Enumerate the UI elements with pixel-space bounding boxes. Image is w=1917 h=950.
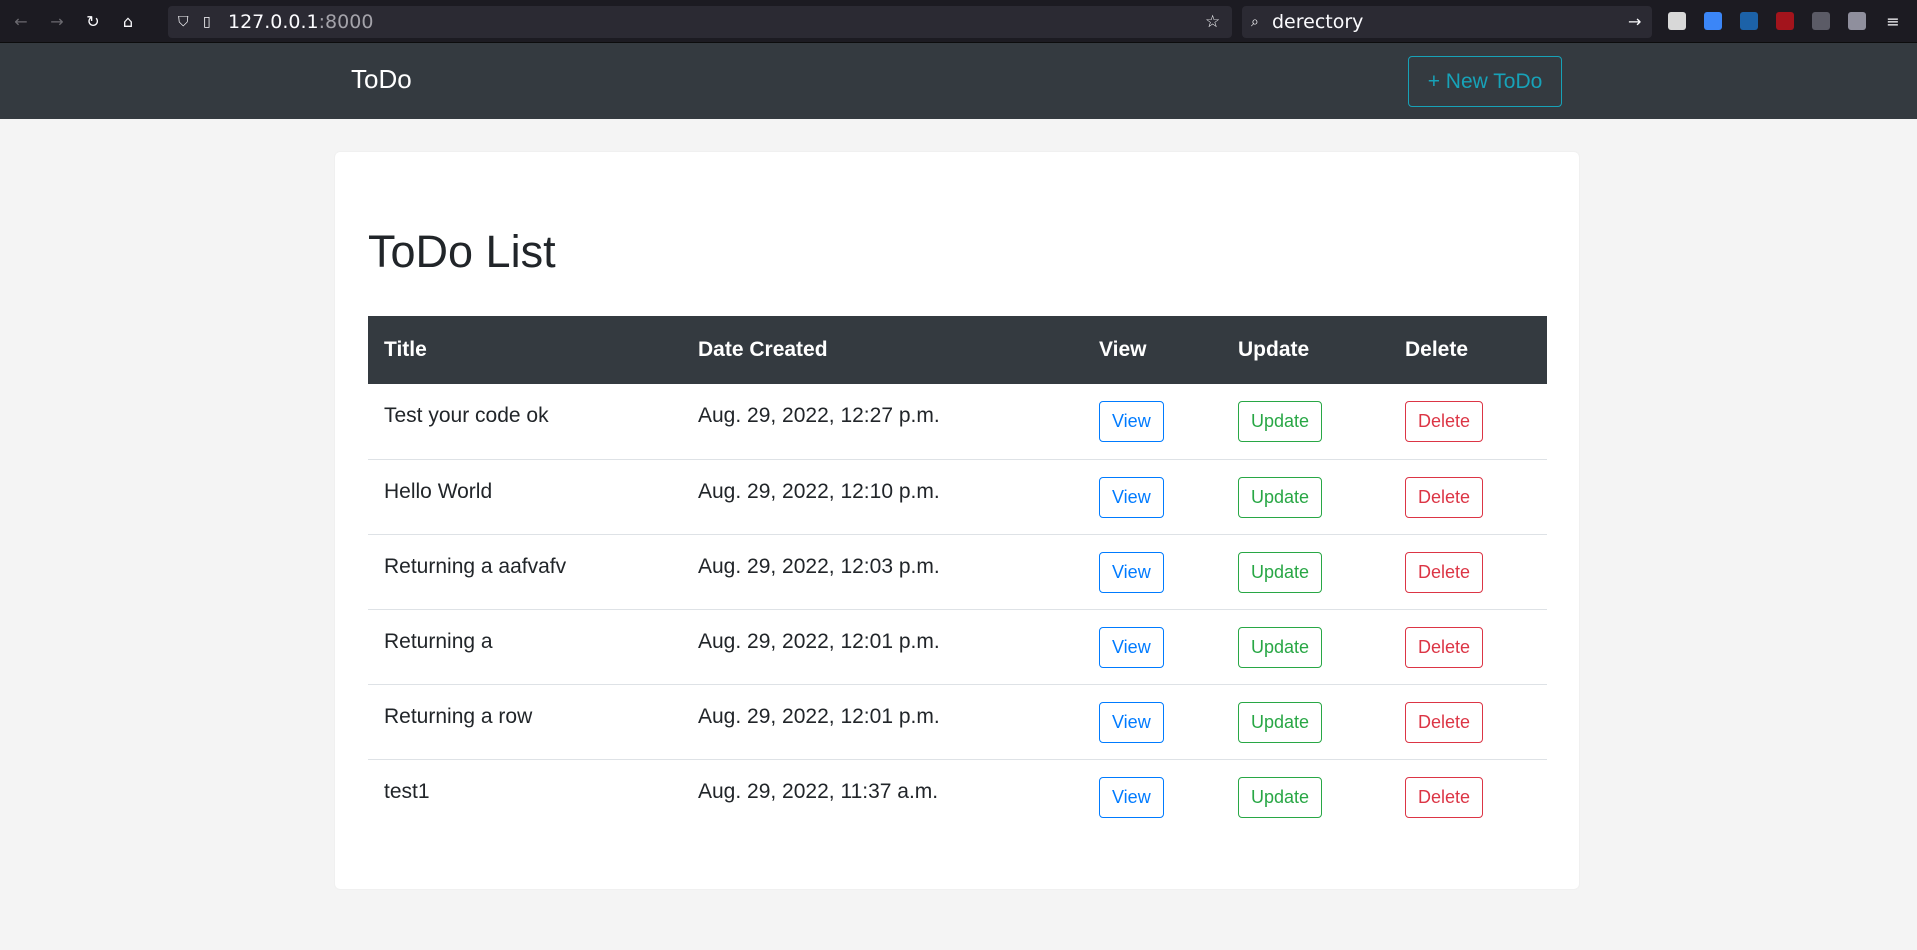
view-button[interactable]: View: [1099, 701, 1164, 743]
library-icon[interactable]: [1848, 12, 1866, 30]
table-row: test1 Aug. 29, 2022, 11:37 a.m. View Upd…: [368, 759, 1547, 834]
home-icon[interactable]: ⌂: [115, 9, 141, 35]
table-header-row: Title Date Created View Update Delete: [368, 316, 1547, 384]
todo-date: Aug. 29, 2022, 12:27 p.m.: [682, 384, 1083, 460]
delete-button[interactable]: Delete: [1405, 551, 1484, 593]
extension-icon[interactable]: [1668, 12, 1686, 30]
extension-badge-icon[interactable]: [1704, 12, 1722, 30]
delete-button[interactable]: Delete: [1405, 776, 1484, 818]
todo-card: ToDo List Title Date Created View Update…: [335, 152, 1579, 889]
todo-title: Hello World: [368, 459, 682, 535]
reload-icon[interactable]: ↻: [80, 9, 106, 35]
delete-button[interactable]: Delete: [1405, 626, 1484, 668]
view-button[interactable]: View: [1099, 776, 1164, 818]
update-button[interactable]: Update: [1238, 701, 1323, 743]
delete-button[interactable]: Delete: [1405, 401, 1484, 442]
column-header-delete: Delete: [1389, 316, 1547, 384]
update-button[interactable]: Update: [1238, 401, 1323, 442]
todo-date: Aug. 29, 2022, 12:01 p.m.: [682, 684, 1083, 760]
todo-title: Returning a row: [368, 684, 682, 760]
search-bar[interactable]: ⌕ derectory →: [1242, 6, 1652, 38]
view-button[interactable]: View: [1099, 551, 1164, 593]
shield-icon[interactable]: ⛉: [178, 6, 189, 38]
extension-icon-2[interactable]: [1812, 12, 1830, 30]
ublock-icon[interactable]: [1776, 12, 1794, 30]
todo-date: Aug. 29, 2022, 11:37 a.m.: [698, 779, 939, 803]
back-icon[interactable]: ←: [8, 9, 34, 35]
url-port: :8000: [318, 11, 374, 33]
update-button[interactable]: Update: [1238, 476, 1323, 518]
view-button[interactable]: View: [1099, 401, 1164, 442]
delete-button[interactable]: Delete: [1405, 701, 1484, 743]
brand-logo[interactable]: ToDo: [351, 64, 412, 95]
column-header-update: Update: [1222, 316, 1389, 384]
todo-title: Returning a aafvafv: [368, 534, 682, 610]
update-button[interactable]: Update: [1238, 776, 1323, 818]
address-bar[interactable]: ⛉ ▯ 127.0.0.1:8000 ☆: [168, 6, 1232, 38]
search-icon: ⌕: [1251, 14, 1259, 30]
todo-title: test1: [384, 779, 430, 803]
delete-button[interactable]: Delete: [1405, 476, 1484, 518]
todo-table: Title Date Created View Update Delete Te…: [368, 316, 1547, 834]
table-row: Returning a aafvafv Aug. 29, 2022, 12:03…: [368, 534, 1547, 610]
todo-title: Returning a: [368, 609, 682, 685]
column-header-view: View: [1083, 316, 1222, 384]
browser-toolbar: ← → ↻ ⌂ ⛉ ▯ 127.0.0.1:8000 ☆ ⌕ derectory…: [0, 0, 1917, 43]
column-header-date: Date Created: [682, 316, 1083, 384]
table-row: Hello World Aug. 29, 2022, 12:10 p.m. Vi…: [368, 459, 1547, 535]
bookmark-star-icon[interactable]: ☆: [1205, 6, 1220, 38]
page-title: ToDo List: [368, 226, 556, 277]
url-host: 127.0.0.1: [228, 11, 319, 33]
update-button[interactable]: Update: [1238, 626, 1323, 668]
todo-title: Test your code ok: [368, 384, 682, 460]
url-text[interactable]: 127.0.0.1:8000: [228, 6, 373, 38]
forward-icon[interactable]: →: [44, 9, 70, 35]
page-icon[interactable]: ▯: [203, 6, 211, 38]
vpn-shield-icon[interactable]: [1740, 12, 1758, 30]
todo-date: Aug. 29, 2022, 12:01 p.m.: [682, 609, 1083, 685]
go-arrow-icon[interactable]: →: [1628, 6, 1641, 38]
navbar: ToDo + New ToDo: [0, 43, 1917, 119]
search-input[interactable]: derectory: [1272, 6, 1363, 38]
new-todo-button[interactable]: + New ToDo: [1408, 56, 1562, 107]
todo-date: Aug. 29, 2022, 12:10 p.m.: [682, 459, 1083, 535]
column-header-title: Title: [368, 316, 682, 384]
table-row: Test your code ok Aug. 29, 2022, 12:27 p…: [368, 384, 1547, 460]
view-button[interactable]: View: [1099, 476, 1164, 518]
update-button[interactable]: Update: [1238, 551, 1323, 593]
todo-date: Aug. 29, 2022, 12:03 p.m.: [682, 534, 1083, 610]
table-row: Returning a row Aug. 29, 2022, 12:01 p.m…: [368, 684, 1547, 760]
view-button[interactable]: View: [1099, 626, 1164, 668]
table-row: Returning a Aug. 29, 2022, 12:01 p.m. Vi…: [368, 609, 1547, 685]
menu-icon[interactable]: ≡: [1880, 9, 1906, 35]
